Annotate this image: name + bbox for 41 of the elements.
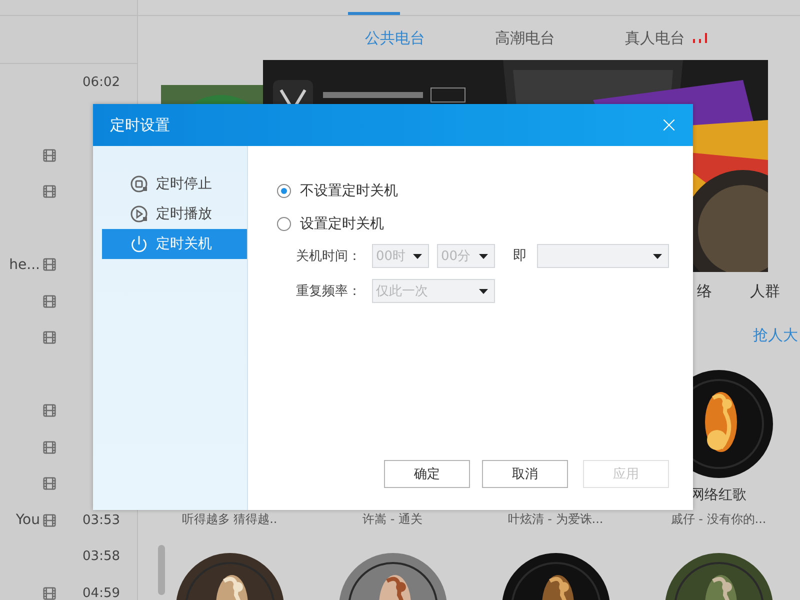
play-icon (130, 205, 148, 223)
radio-tab[interactable]: 高潮电台 (495, 28, 555, 48)
film-icon[interactable] (42, 440, 57, 455)
field-label: 重复频率： (296, 283, 362, 300)
film-icon[interactable] (42, 586, 57, 600)
film-icon[interactable] (42, 148, 57, 163)
film-icon[interactable] (42, 330, 57, 346)
menu-item[interactable]: 定时播放 (102, 199, 247, 229)
radio-tab[interactable]: 真人电台 (625, 28, 707, 48)
film-icon[interactable] (42, 257, 57, 272)
song-duration: 03:53 (82, 512, 120, 528)
song-title: You (14, 512, 40, 528)
film-icon[interactable] (42, 476, 57, 492)
dialog-button[interactable]: 确定 (384, 460, 470, 488)
film-icon[interactable] (42, 403, 57, 418)
menu-item[interactable]: 定时停止 (102, 169, 247, 199)
song-duration: 06:02 (82, 74, 120, 90)
dialog-title: 定时设置 (110, 116, 170, 134)
song-duration: 03:58 (82, 549, 120, 564)
category-tab[interactable]: 人群 (750, 282, 780, 300)
dialog-button[interactable]: 取消 (482, 460, 568, 488)
scrollbar-thumb[interactable] (158, 545, 165, 595)
power-icon (130, 235, 148, 253)
menu-item[interactable]: 定时关机 (102, 229, 247, 259)
song-duration: 04:59 (82, 586, 120, 600)
menu-item-label: 定时停止 (156, 175, 212, 193)
playlist-caption: 许嵩 - 通关 (362, 511, 422, 528)
caret-icon (479, 288, 488, 294)
playlist-caption: 叶炫清 - 为爱诛... (508, 511, 604, 528)
menu-item-label: 定时播放 (156, 205, 212, 223)
menu-item-label: 定时关机 (156, 235, 212, 253)
playlist-caption: 戚仔 - 没有你的... (670, 511, 766, 528)
stop-icon (130, 175, 148, 193)
film-icon[interactable] (42, 184, 57, 200)
playlist-caption: 听得越多 猜得越.. (182, 511, 278, 528)
promo-link[interactable]: 抢人大 (753, 326, 798, 344)
category-tab[interactable]: 络 (697, 282, 712, 300)
film-icon[interactable] (42, 294, 57, 309)
radio-tab[interactable]: 公共电台 (365, 28, 425, 48)
song-title: he... (8, 256, 40, 273)
film-icon[interactable] (42, 512, 57, 528)
